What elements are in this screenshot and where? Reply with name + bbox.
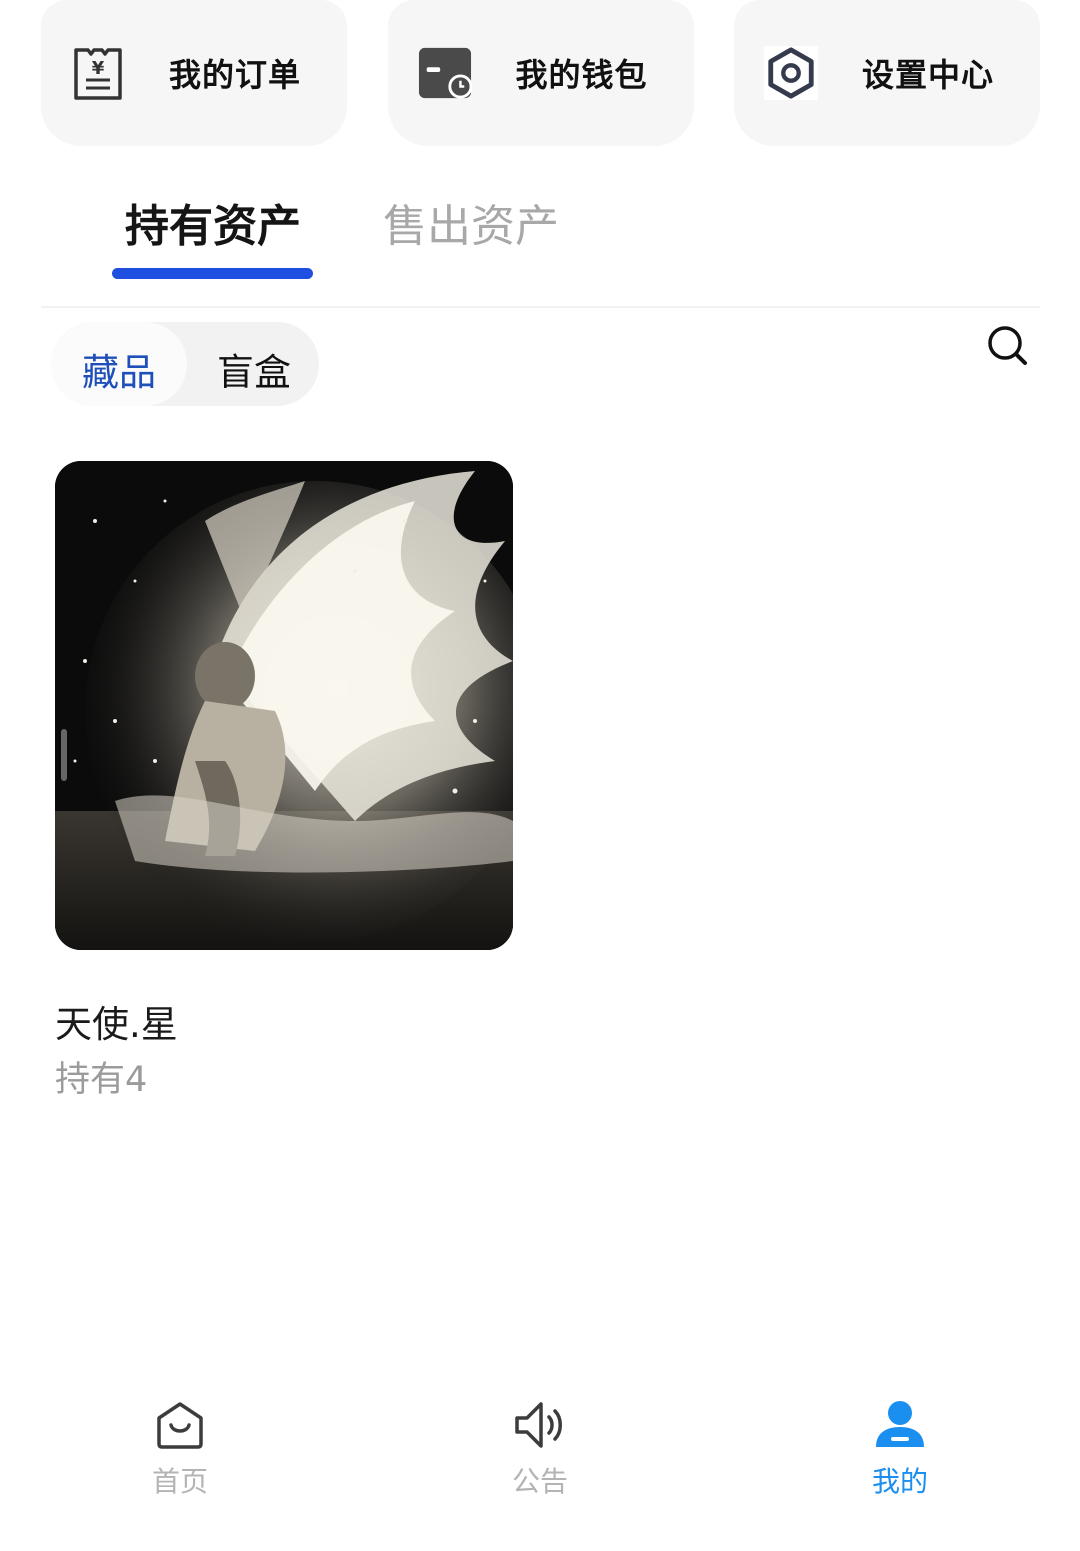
svg-text:¥: ¥ bbox=[92, 58, 105, 79]
collectible-name[interactable]: 天使.星 bbox=[55, 994, 178, 1048]
collectible-held-count: 持有4 bbox=[55, 1060, 148, 1100]
wallet-card-icon bbox=[418, 44, 472, 102]
search-icon[interactable] bbox=[986, 324, 1030, 368]
my-orders-button[interactable]: ¥ 我的订单 bbox=[41, 0, 347, 146]
collectible-image[interactable] bbox=[55, 461, 513, 950]
angel-artwork bbox=[55, 461, 513, 950]
settings-center-button[interactable]: 设置中心 bbox=[734, 0, 1040, 146]
nav-home-label: 首页 bbox=[151, 1465, 208, 1498]
user-icon bbox=[830, 1396, 970, 1454]
tab-sold-assets[interactable]: 售出资产 bbox=[383, 190, 559, 254]
bottom-nav: 首页 公告 我的 bbox=[0, 1376, 1080, 1551]
asset-tabs: 持有资产 售出资产 bbox=[41, 190, 1040, 308]
settings-hex-icon bbox=[764, 44, 818, 102]
collection-type-switch: 藏品 盲盒 bbox=[51, 322, 319, 406]
nav-mine[interactable]: 我的 bbox=[830, 1396, 970, 1500]
tab-held-assets[interactable]: 持有资产 bbox=[125, 190, 301, 254]
nav-announcements-label: 公告 bbox=[511, 1465, 568, 1498]
nav-home[interactable]: 首页 bbox=[110, 1396, 250, 1500]
quick-actions: ¥ 我的订单 我的钱包 设置中心 bbox=[41, 0, 1040, 146]
my-wallet-label: 我的钱包 bbox=[515, 56, 648, 94]
home-smile-icon bbox=[110, 1396, 250, 1454]
my-orders-label: 我的订单 bbox=[169, 56, 302, 94]
segment-blind-box[interactable]: 盲盒 bbox=[217, 342, 291, 396]
active-tab-indicator bbox=[112, 268, 313, 279]
nav-mine-label: 我的 bbox=[871, 1465, 928, 1498]
nav-announcements[interactable]: 公告 bbox=[470, 1396, 610, 1500]
speaker-icon bbox=[470, 1396, 610, 1454]
profile-page: ¥ 我的订单 我的钱包 设置中心 持有资产 售出资产 藏品 盲盒 天使.星 持有… bbox=[0, 0, 1080, 1551]
my-wallet-button[interactable]: 我的钱包 bbox=[387, 0, 694, 146]
segment-collectibles[interactable]: 藏品 bbox=[82, 342, 156, 396]
order-receipt-icon: ¥ bbox=[71, 44, 125, 102]
settings-center-label: 设置中心 bbox=[862, 56, 995, 94]
